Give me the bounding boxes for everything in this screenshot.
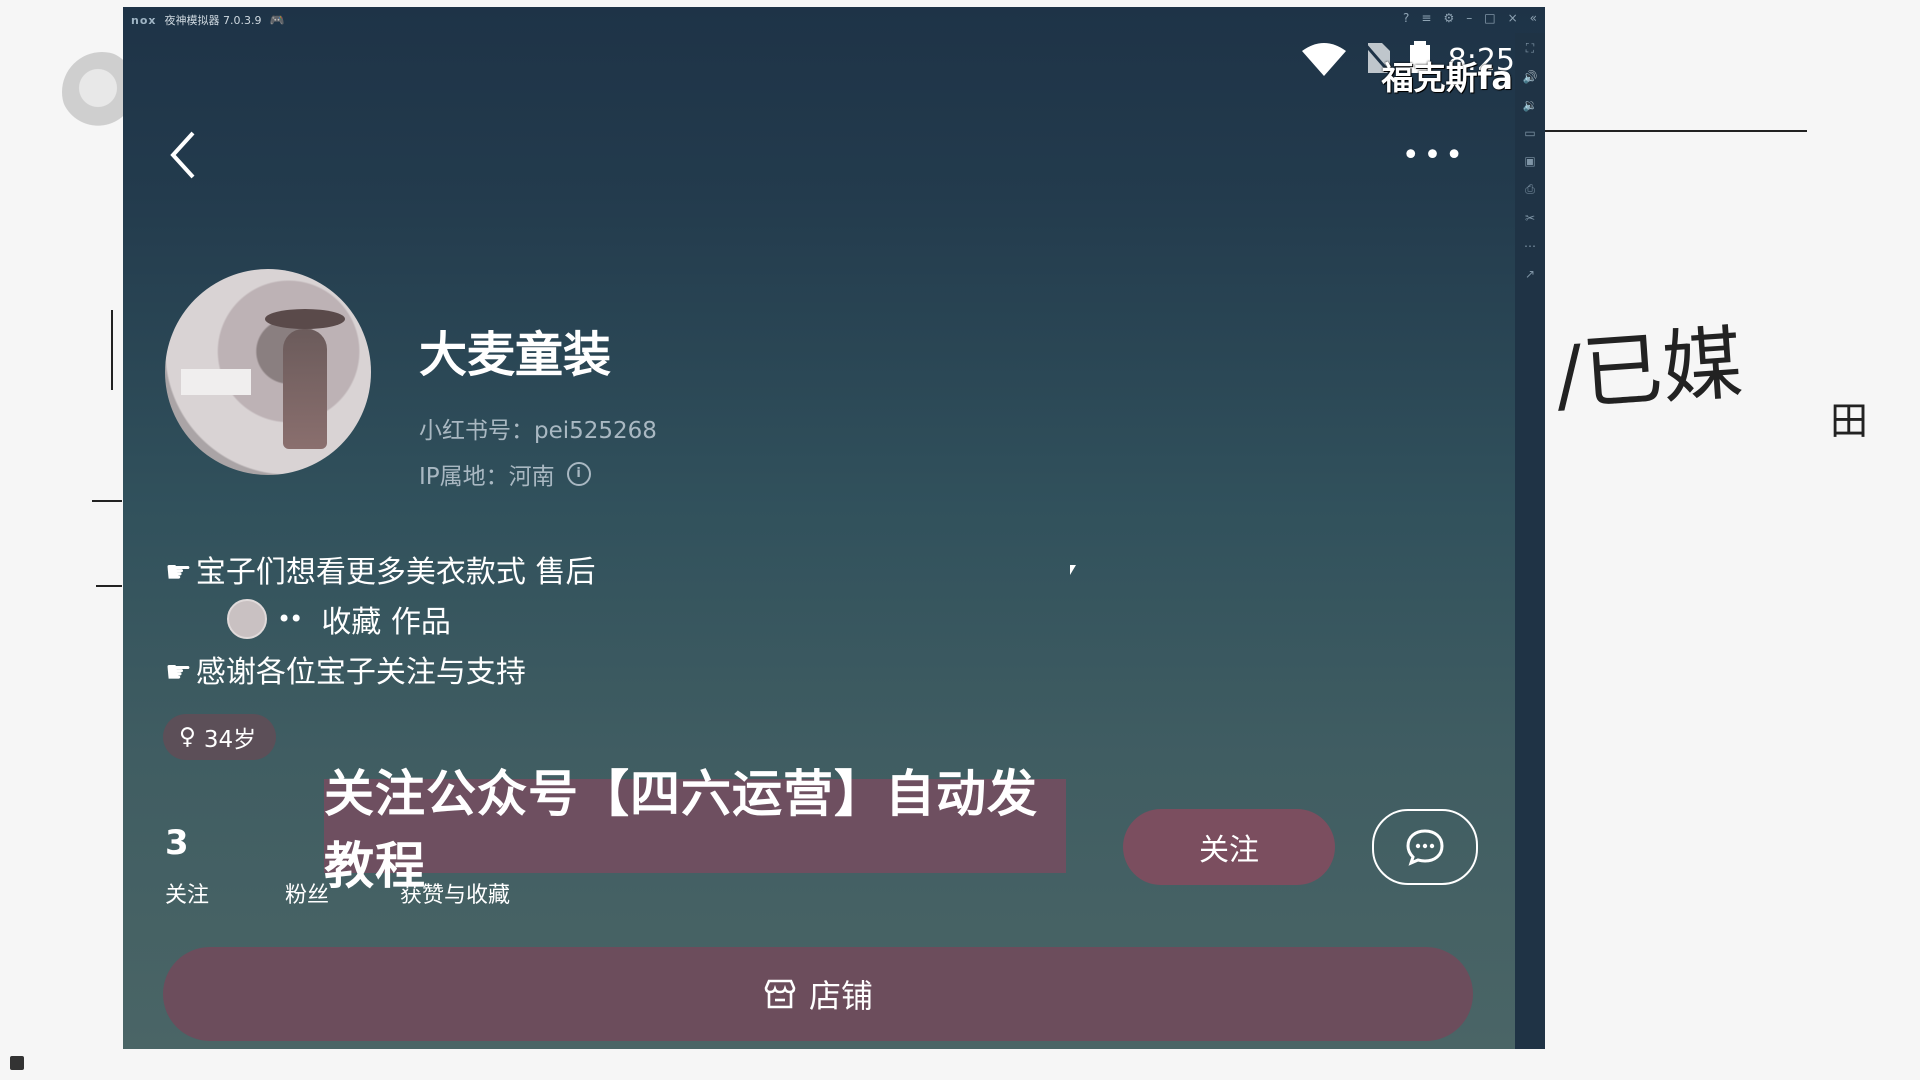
emulator-title: 夜神模拟器 7.0.3.9 [164, 14, 262, 27]
profile-name: 大麦童装 [419, 327, 612, 383]
emulator-logo: nox [131, 13, 157, 27]
scissors-icon[interactable]: ✂ [1525, 211, 1535, 225]
mouse-cursor [1070, 565, 1076, 575]
pointing-hand-icon: ☛ [165, 555, 192, 590]
store-label: 店铺 [808, 977, 873, 1015]
chat-button[interactable] [1372, 809, 1478, 885]
age-text: 34岁 [203, 727, 257, 753]
bio-line-1-text: 宝子们想看更多美衣款式 售后 [195, 555, 596, 590]
maximize-icon[interactable]: □ [1484, 11, 1495, 25]
phone-screen: 8:25 福克斯fa ••• 大麦童装 小红书号：pei525268 IP属地：… [123, 33, 1515, 1049]
stat-following-value: 3 [165, 823, 189, 863]
gamepad-icon[interactable]: 🎮 [269, 13, 284, 27]
more-icon[interactable]: ⋯ [1524, 239, 1536, 253]
whiteboard-handwriting: /已媒 [1552, 316, 1746, 423]
chat-bubble-icon [1406, 829, 1444, 866]
help-icon[interactable]: ? [1403, 11, 1409, 25]
bio-line-3-text: 感谢各位宝子关注与支持 [195, 655, 526, 690]
whiteboard-handwriting-small: 田 [1830, 399, 1869, 443]
eyes-icon: •• [277, 605, 303, 633]
volume-down-icon[interactable]: 🔉 [1523, 98, 1538, 112]
store-button[interactable]: 店铺 [163, 947, 1473, 1041]
bio-line-2: •• 收藏 作品 [227, 597, 451, 641]
bio-line-2-text: 收藏 作品 [321, 605, 451, 640]
collapse-sidebar-icon[interactable]: « [1530, 11, 1537, 25]
more-dots-icon: ••• [1401, 138, 1467, 173]
female-icon: ♀ [179, 724, 196, 750]
wifi-icon [1301, 43, 1346, 77]
screen-icon[interactable]: ▭ [1524, 126, 1535, 140]
stat-following[interactable]: 3 关注 [165, 823, 209, 908]
whiteboard-corner-icon[interactable] [10, 1056, 24, 1070]
menu-icon[interactable]: ≡ [1421, 11, 1431, 25]
stat-following-label: 关注 [165, 883, 210, 908]
install-apk-icon[interactable]: ▣ [1524, 154, 1535, 168]
volume-up-icon[interactable]: 🔊 [1523, 70, 1538, 84]
stat-followers-label: 粉丝 [285, 883, 330, 908]
fullscreen-icon[interactable]: ⛶ [1526, 41, 1534, 56]
emulator-sidebar: ⛶ 🔊 🔉 ▭ ▣ ⎙ ✂ ⋯ ↗ [1515, 33, 1545, 1049]
minimize-icon[interactable]: – [1466, 11, 1472, 25]
whiteboard-margin-stroke-2 [92, 500, 122, 502]
print-icon[interactable]: ⎙ [1525, 182, 1535, 197]
overlay-watermark-label: 福克斯fa [1381, 59, 1513, 97]
avatar-sign [181, 369, 251, 395]
avatar[interactable] [165, 269, 371, 475]
emulator-window: nox 夜神模拟器 7.0.3.9 🎮 ? ≡ ⚙ – □ × « ⛶ 🔊 🔉 … [123, 7, 1545, 1049]
whiteboard-margin-stroke-3 [96, 585, 122, 587]
window-controls: ? ≡ ⚙ – □ × « [1403, 11, 1537, 25]
close-icon[interactable]: × [1508, 11, 1518, 25]
follow-button[interactable]: 关注 [1123, 809, 1335, 885]
redbook-id[interactable]: 小红书号：pei525268 [419, 411, 657, 445]
back-button[interactable] [163, 125, 203, 185]
whiteboard-margin-stroke [111, 310, 113, 390]
mini-avatar-icon [227, 599, 267, 639]
age-tag: ♀ 34岁 [163, 714, 277, 760]
promo-overlay-banner: 关注公众号【四六运营】自动发教程 [324, 765, 1066, 895]
external-link-icon[interactable]: ↗ [1525, 267, 1535, 281]
store-icon [764, 979, 796, 1009]
emulator-titlebar: nox 夜神模拟器 7.0.3.9 🎮 [123, 7, 1545, 33]
more-options-button[interactable]: ••• [1402, 138, 1467, 173]
pointing-hand-icon: ☛ [165, 655, 192, 690]
avatar-figure [283, 329, 327, 449]
ip-location-text: IP属地：河南 [419, 464, 555, 490]
avatar-hat [265, 309, 345, 329]
chevron-left-icon [170, 131, 195, 179]
settings-icon[interactable]: ⚙ [1443, 11, 1454, 25]
bio-line-1: ☛ 宝子们想看更多美衣款式 售后 [165, 547, 595, 591]
info-icon[interactable]: i [566, 462, 591, 486]
whiteboard-underline [1545, 130, 1807, 132]
bio-line-3: ☛ 感谢各位宝子关注与支持 [165, 647, 526, 691]
ip-location: IP属地：河南 i [419, 457, 591, 491]
